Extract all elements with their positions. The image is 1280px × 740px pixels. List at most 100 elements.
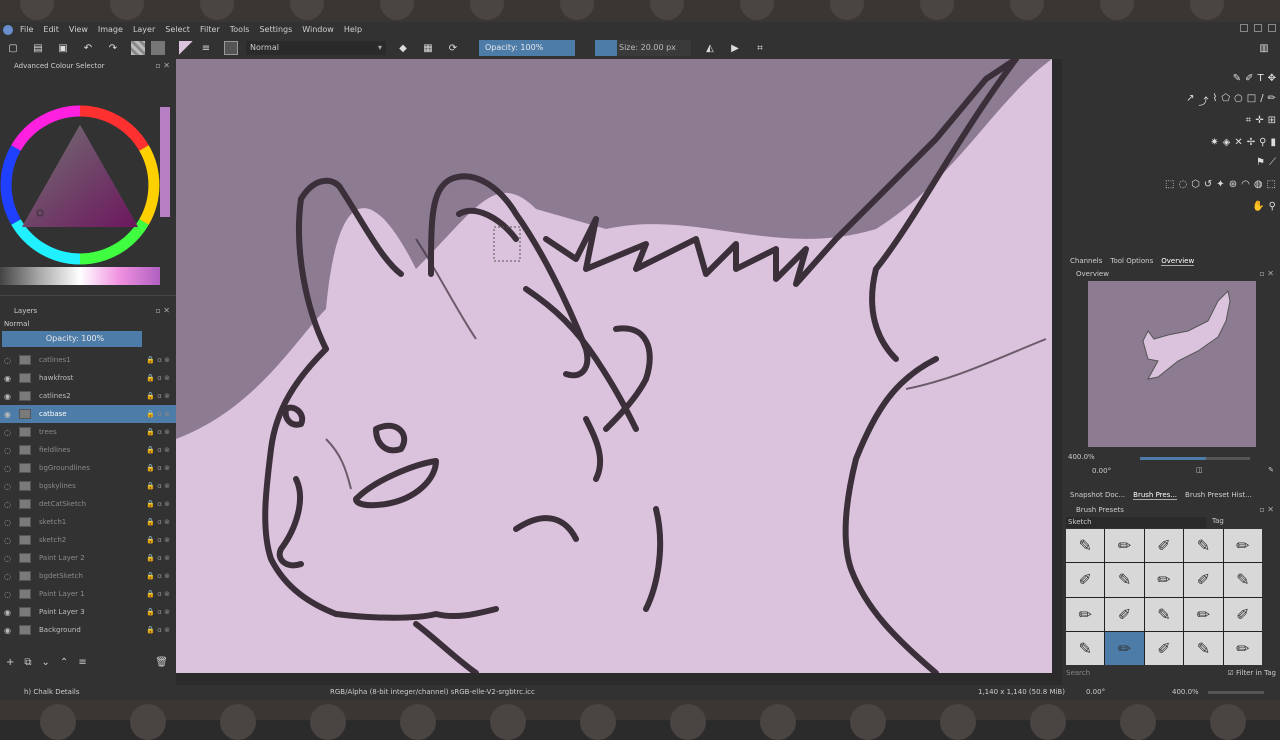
tab-channels[interactable]: Channels bbox=[1070, 257, 1102, 266]
size-slider[interactable]: Size: 20.00 px bbox=[595, 40, 691, 56]
status-zoom[interactable]: 400.0% bbox=[1172, 688, 1199, 696]
brush-preset[interactable]: ✐ bbox=[1144, 529, 1184, 563]
tag-button[interactable]: Tag bbox=[1212, 517, 1224, 525]
brush-presets-float-icon[interactable]: ▫ ✕ bbox=[1259, 505, 1274, 514]
zoom-select-icon[interactable]: ⬚ bbox=[1267, 179, 1276, 190]
similar-select-icon[interactable]: ⊛ bbox=[1229, 179, 1237, 190]
layer-lock-alpha-icons[interactable]: 🔒 α ⊗ bbox=[146, 428, 170, 436]
save-icon[interactable]: ▣ bbox=[56, 41, 70, 55]
eye-closed-icon[interactable]: ◌ bbox=[4, 500, 13, 509]
menu-settings[interactable]: Settings bbox=[254, 25, 297, 34]
tab-tool-options[interactable]: Tool Options bbox=[1110, 257, 1153, 266]
eye-closed-icon[interactable]: ◌ bbox=[4, 590, 13, 599]
brush-preset-selected[interactable]: ✏ bbox=[1105, 631, 1144, 665]
reference-icon[interactable]: ⚑ bbox=[1256, 157, 1265, 168]
brush-settings-icon[interactable]: ≡ bbox=[199, 41, 213, 55]
brush-preset[interactable]: ✐ bbox=[1105, 597, 1144, 631]
edit-shapes-icon[interactable]: ✥ bbox=[1268, 73, 1276, 84]
layer-row[interactable]: ◌ sketch1 🔒 α ⊗ bbox=[0, 513, 176, 531]
brush-preset[interactable]: ✐ bbox=[1223, 597, 1262, 631]
layer-row[interactable]: ◉ Background 🔒 α ⊗ bbox=[0, 621, 176, 639]
eye-closed-icon[interactable]: ◌ bbox=[4, 482, 13, 491]
menu-select[interactable]: Select bbox=[160, 25, 195, 34]
menu-file[interactable]: File bbox=[15, 25, 38, 34]
assistant-icon[interactable]: ✕ bbox=[1234, 137, 1242, 148]
delete-layer-icon[interactable]: 🗑 bbox=[155, 657, 168, 668]
brush-preset[interactable]: ✏ bbox=[1105, 529, 1144, 563]
freehand-icon[interactable]: ↗ bbox=[1186, 93, 1194, 108]
new-document-icon[interactable]: ▢ bbox=[6, 41, 20, 55]
layer-row[interactable]: ◉ hawkfrost 🔒 α ⊗ bbox=[0, 369, 176, 387]
layers-float-icon[interactable]: ▫ ✕ bbox=[155, 306, 170, 315]
drawing-canvas[interactable] bbox=[176, 59, 1052, 673]
eye-closed-icon[interactable]: ◌ bbox=[4, 446, 13, 455]
eye-closed-icon[interactable]: ◌ bbox=[4, 572, 13, 581]
brush-tool-icon[interactable]: ✎ bbox=[1233, 73, 1241, 84]
layer-lock-alpha-icons[interactable]: 🔒 α ⊗ bbox=[146, 608, 170, 616]
eye-closed-icon[interactable]: ◌ bbox=[4, 518, 13, 527]
brush-preset[interactable]: ✎ bbox=[1066, 631, 1105, 665]
measure-icon[interactable]: ⟋ bbox=[1269, 157, 1276, 168]
layer-row[interactable]: ◌ Paint Layer 2 🔒 α ⊗ bbox=[0, 549, 176, 567]
layer-blend-mode[interactable]: Normal bbox=[0, 317, 176, 331]
reload-preset-icon[interactable]: ⟳ bbox=[446, 41, 460, 55]
layer-lock-alpha-icons[interactable]: 🔒 α ⊗ bbox=[146, 356, 170, 364]
menu-help[interactable]: Help bbox=[339, 25, 367, 34]
layer-row[interactable]: ◌ bgdetSketch 🔒 α ⊗ bbox=[0, 567, 176, 585]
brush-preset[interactable]: ✎ bbox=[1184, 631, 1223, 665]
zoom-icon[interactable]: ⚲ bbox=[1269, 201, 1276, 212]
eraser-icon[interactable]: ◆ bbox=[396, 41, 410, 55]
move-down-icon[interactable]: ⌄ bbox=[42, 657, 50, 668]
brush-preset-thumbnail[interactable] bbox=[224, 41, 238, 55]
rectangle-icon[interactable]: □ bbox=[1247, 93, 1256, 108]
open-icon[interactable]: ▤ bbox=[31, 41, 45, 55]
tab-brush-history[interactable]: Brush Preset Hist... bbox=[1185, 491, 1252, 500]
gradient-icon[interactable]: ▮ bbox=[1270, 137, 1276, 148]
layer-row[interactable]: ◌ fieldlines 🔒 α ⊗ bbox=[0, 441, 176, 459]
fg-bg-colors[interactable] bbox=[179, 41, 193, 55]
transform-icon[interactable]: ⊞ bbox=[1268, 115, 1276, 126]
tab-overview[interactable]: Overview bbox=[1161, 257, 1195, 266]
tab-snapshot[interactable]: Snapshot Doc... bbox=[1070, 491, 1125, 500]
move-icon[interactable]: ✛ bbox=[1255, 115, 1263, 126]
minimize-icon[interactable] bbox=[1240, 24, 1248, 32]
eye-closed-icon[interactable]: ◌ bbox=[4, 554, 13, 563]
brush-preset[interactable]: ✎ bbox=[1105, 563, 1144, 597]
brush-preset[interactable]: ✎ bbox=[1184, 529, 1223, 563]
text-tool-icon[interactable]: T bbox=[1258, 73, 1264, 84]
layer-lock-alpha-icons[interactable]: 🔒 α ⊗ bbox=[146, 626, 170, 634]
brush-preset[interactable]: ✏ bbox=[1066, 597, 1105, 631]
pin-icon[interactable]: ✎ bbox=[1268, 466, 1274, 474]
duplicate-layer-icon[interactable]: ⧉ bbox=[24, 657, 31, 668]
layer-lock-alpha-icons[interactable]: 🔒 α ⊗ bbox=[146, 500, 170, 508]
layer-row[interactable]: ◌ sketch2 🔒 α ⊗ bbox=[0, 531, 176, 549]
blend-mode-select[interactable]: Normal bbox=[246, 41, 386, 55]
brush-tag-select[interactable]: Sketch bbox=[1066, 517, 1206, 528]
gradient-swatch[interactable] bbox=[131, 41, 145, 55]
polyline-icon[interactable]: ⌇ bbox=[1212, 93, 1217, 108]
filter-in-tag-checkbox[interactable]: ☑ Filter in Tag bbox=[1227, 669, 1276, 677]
layer-lock-alpha-icons[interactable]: 🔒 α ⊗ bbox=[146, 446, 170, 454]
ellipse-select-icon[interactable]: ◌ bbox=[1178, 179, 1187, 190]
pan-icon[interactable]: ✋ bbox=[1252, 201, 1264, 212]
layer-properties-icon[interactable]: ≡ bbox=[78, 657, 86, 668]
rect-select-icon[interactable]: ⬚ bbox=[1165, 179, 1174, 190]
fill-icon[interactable]: ◈ bbox=[1223, 137, 1231, 148]
layer-row[interactable]: ◌ trees 🔒 α ⊗ bbox=[0, 423, 176, 441]
layer-row[interactable]: ◉ catlines2 🔒 α ⊗ bbox=[0, 387, 176, 405]
workspace-icon[interactable]: ▥ bbox=[1257, 41, 1271, 55]
magnetic-select-icon[interactable]: ◍ bbox=[1254, 179, 1263, 190]
pattern-swatch[interactable] bbox=[151, 41, 165, 55]
colour-wheel[interactable] bbox=[0, 85, 176, 285]
layer-lock-alpha-icons[interactable]: 🔒 α ⊗ bbox=[146, 518, 170, 526]
brush-preset[interactable]: ✏ bbox=[1184, 597, 1223, 631]
layer-lock-alpha-icons[interactable]: 🔒 α ⊗ bbox=[146, 536, 170, 544]
calligraphy-icon[interactable]: ✐ bbox=[1245, 73, 1253, 84]
eye-open-icon[interactable]: ◉ bbox=[4, 392, 13, 401]
move-up-icon[interactable]: ⌃ bbox=[60, 657, 68, 668]
eye-open-icon[interactable]: ◉ bbox=[4, 374, 13, 383]
eye-open-icon[interactable]: ◉ bbox=[4, 626, 13, 635]
eyedropper-icon[interactable]: ⚲ bbox=[1259, 137, 1266, 148]
opacity-slider[interactable]: Opacity: 100% bbox=[479, 40, 575, 56]
close-icon[interactable] bbox=[1268, 24, 1276, 32]
